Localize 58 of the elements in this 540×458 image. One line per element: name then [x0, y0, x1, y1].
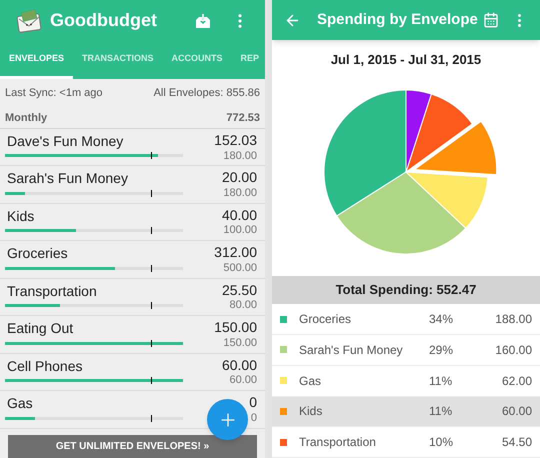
envelope-amount: 40.00 — [222, 206, 257, 224]
envelope-budget: 180.00 — [223, 186, 257, 201]
spent-amount: 160.00 — [494, 342, 532, 359]
add-button[interactable] — [207, 399, 248, 440]
screen-title: Spending by Envelope — [317, 10, 478, 30]
envelope-name[interactable]: Kids — [5, 208, 185, 226]
envelope-amount: 0 — [249, 394, 257, 412]
spent-amount: 54.50 — [500, 434, 532, 452]
legend-row[interactable]: Kids 11% 60.00 — [272, 396, 540, 428]
envelope-amount: 25.50 — [222, 282, 257, 300]
percent: 29% — [429, 342, 454, 359]
envelope-logo-icon — [16, 8, 42, 32]
spent-amount: 188.00 — [494, 311, 532, 328]
envelope-name[interactable]: Cell Phones — [5, 358, 185, 376]
envelope-name[interactable]: Transportation — [5, 282, 185, 300]
pie-slice[interactable] — [406, 93, 473, 172]
pie-slice[interactable] — [414, 120, 498, 175]
spent-amount: 62.00 — [500, 372, 532, 390]
envelope-name[interactable]: Dave's Fun Money — [5, 133, 185, 150]
spent-amount: 60.00 — [500, 403, 532, 420]
download-tray-icon[interactable] — [195, 12, 211, 28]
total-spending: Total Spending: 552.47 — [336, 281, 476, 300]
last-sync-text: Last Sync: <1m ago — [5, 86, 103, 101]
envelope-name: Groceries — [299, 311, 352, 328]
percent: 10% — [429, 434, 454, 452]
envelope-budget: 60.00 — [229, 374, 257, 388]
envelope-budget: 500.00 — [223, 262, 257, 276]
envelope-name[interactable]: Eating Out — [5, 320, 185, 338]
envelope-amount: 312.00 — [214, 244, 257, 262]
percent: 34% — [429, 311, 454, 328]
envelope-amount: 60.00 — [222, 356, 257, 374]
envelope-name: Gas — [299, 372, 322, 390]
envelope-amount: 150.00 — [214, 319, 257, 337]
percent: 11% — [429, 372, 454, 390]
envelope-name: Kids — [299, 403, 324, 420]
app-title: Goodbudget — [50, 9, 157, 32]
envelope-budget: 80.00 — [229, 299, 257, 314]
all-envelopes-total: All Envelopes: 855.86 — [154, 86, 260, 101]
calendar-icon[interactable] — [483, 12, 499, 28]
group-total: 772.53 — [226, 110, 260, 126]
group-name: Monthly — [5, 110, 48, 126]
envelope-name: Transportation — [299, 434, 377, 452]
envelope-budget: 0 — [250, 412, 257, 426]
envelope-budget: 100.00 — [223, 224, 257, 238]
pie-slice[interactable] — [336, 171, 466, 254]
envelope-name[interactable]: Groceries — [5, 245, 185, 263]
envelope-name[interactable]: Gas — [5, 395, 185, 413]
envelope-budget: 150.00 — [223, 336, 257, 351]
envelope-amount: 152.03 — [214, 132, 257, 150]
pie-slice[interactable] — [324, 89, 406, 216]
envelope-budget: 180.00 — [223, 150, 257, 164]
date-range: Jul 1, 2015 - Jul 31, 2015 — [330, 51, 482, 70]
envelope-name[interactable]: Sarah's Fun Money — [5, 170, 185, 188]
pie-slice[interactable] — [406, 89, 432, 172]
envelope-amount: 20.00 — [222, 169, 257, 187]
percent: 11% — [429, 403, 454, 420]
upgrade-button[interactable]: GET UNLIMITED ENVELOPES! » — [8, 434, 257, 458]
envelope-name: Sarah's Fun Money — [299, 342, 404, 359]
